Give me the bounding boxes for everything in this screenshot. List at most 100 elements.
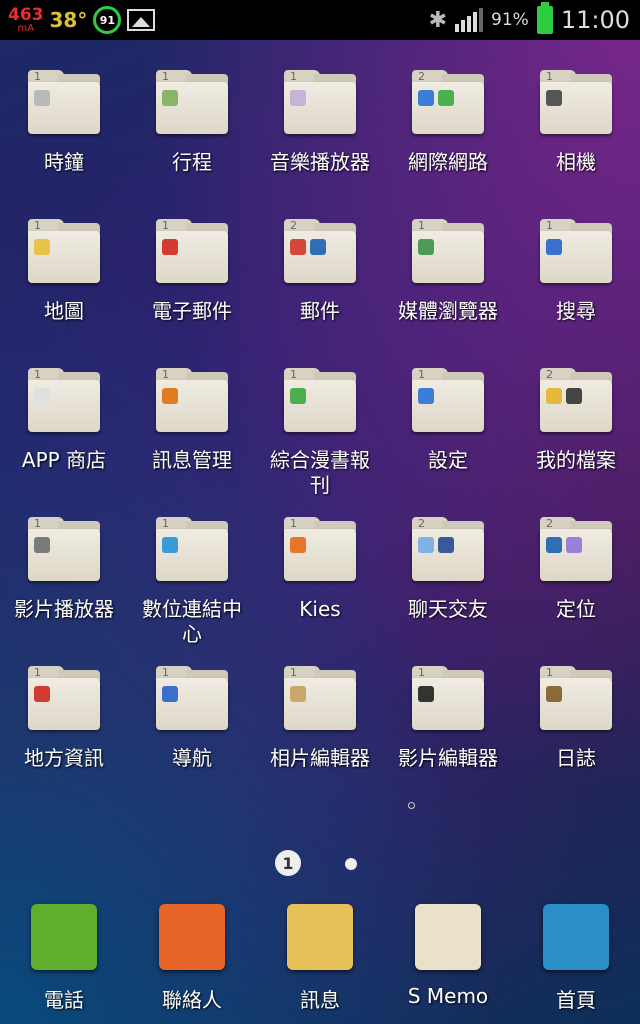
folder-label: 定位 [556,597,596,621]
folder-count: 1 [546,70,553,83]
folder-label: 郵件 [300,299,340,323]
folder-icon: 2 [540,517,612,581]
folder-item[interactable]: 1 電子郵件 [128,219,256,324]
folder-count: 1 [290,368,297,381]
battery-icon [536,2,553,34]
folder-icon: 1 [156,368,228,432]
folder-icon: 1 [28,368,100,432]
app-preview-icon [162,388,178,404]
folder-count: 2 [290,219,297,232]
app-preview-icon [418,90,434,106]
folder-icon: 1 [28,666,100,730]
folder-label: APP 商店 [21,448,107,472]
battery-circle-icon: 91 [93,6,122,34]
folder-icon: 1 [28,219,100,283]
folder-item[interactable]: 1 APP 商店 [0,368,128,473]
app-preview-icon [290,388,306,404]
folder-item[interactable]: 1 音樂播放器 [256,70,384,175]
image-notification-icon [127,9,156,31]
app-preview-icon [34,239,50,255]
temperature: 38° [49,8,88,32]
folder-item[interactable]: 1 導航 [128,666,256,771]
app-preview-icon [418,239,434,255]
folder-item[interactable]: 2 定位 [512,517,640,622]
folder-count: 1 [290,666,297,679]
folder-item[interactable]: 2 網際網路 [384,70,512,175]
folder-count: 2 [418,70,425,83]
dock-item[interactable]: 電話 [0,900,128,1013]
dock-item[interactable]: S Memo [384,900,512,1008]
app-preview-icon [566,388,582,404]
dock-item[interactable]: 首頁 [512,900,640,1013]
folder-item[interactable]: 1 地方資訊 [0,666,128,771]
folder-label: 搜尋 [556,299,596,323]
dock-label: 訊息 [300,988,340,1012]
app-preview-icon [162,90,178,106]
folder-item[interactable]: 1 訊息管理 [128,368,256,473]
folder-label: 導航 [172,746,212,770]
folder-label: 地方資訊 [24,746,104,770]
app-preview-icon [418,537,434,553]
folder-item[interactable]: 1 相片編輯器 [256,666,384,771]
folder-item[interactable]: 1 設定 [384,368,512,473]
battery-circle-value: 91 [99,13,115,27]
folder-count: 1 [34,219,41,232]
folder-icon: 1 [540,219,612,283]
contacts-icon [159,904,225,970]
page-indicator-dot[interactable] [345,858,357,870]
battery-percent: 91% [491,10,529,30]
app-preview-icon [34,388,50,404]
folder-label: 日誌 [556,746,596,770]
folder-item[interactable]: 1 影片編輯器 [384,666,512,771]
folder-count: 1 [290,70,297,83]
folder-item[interactable]: 2 聊天交友 [384,517,512,622]
app-preview-icon [418,388,434,404]
app-preview-icon [438,537,454,553]
folder-item[interactable]: 1 數位連結中心 [128,517,256,647]
app-preview-icon [290,239,306,255]
folder-count: 1 [34,517,41,530]
folder-count: 1 [34,666,41,679]
folder-item[interactable]: 1 地圖 [0,219,128,324]
folder-count: 1 [546,666,553,679]
folder-item[interactable]: 1 影片播放器 [0,517,128,622]
page-indicator-current[interactable]: 1 [275,850,301,876]
folder-item[interactable]: 1 綜合漫書報刊 [256,368,384,498]
folder-label: 行程 [172,150,212,174]
folder-count: 1 [162,70,169,83]
folder-count: 1 [162,517,169,530]
folder-item[interactable]: 2 我的檔案 [512,368,640,473]
current-draw-indicator: 463 mA [8,6,44,34]
folder-item[interactable]: 1 Kies [256,517,384,622]
folder-icon: 2 [412,70,484,134]
app-preview-icon [162,686,178,702]
dock-item[interactable]: 聯絡人 [128,900,256,1013]
folder-icon: 1 [28,70,100,134]
signal-icon [455,8,484,32]
folder-icon: 1 [156,517,228,581]
folder-count: 2 [546,517,553,530]
folder-label: Kies [299,597,341,621]
folder-label: 設定 [428,448,468,472]
folder-count: 1 [34,368,41,381]
folder-label: 音樂播放器 [270,150,370,174]
folder-item[interactable]: 1 搜尋 [512,219,640,324]
app-preview-icon [34,537,50,553]
app-preview-icon [418,686,434,702]
folder-label: 訊息管理 [152,448,232,472]
folder-item[interactable]: 1 媒體瀏覽器 [384,219,512,324]
folder-item[interactable]: 1 時鐘 [0,70,128,175]
folder-label: 網際網路 [408,150,488,174]
folder-icon: 1 [284,70,356,134]
folder-count: 1 [418,219,425,232]
app-preview-icon [34,90,50,106]
folder-item[interactable]: 1 行程 [128,70,256,175]
folder-item[interactable]: 1 相機 [512,70,640,175]
folder-label: 聊天交友 [408,597,488,621]
folder-icon: 1 [412,368,484,432]
dock-item[interactable]: 訊息 [256,900,384,1013]
phone-icon [31,904,97,970]
folder-item[interactable]: 1 日誌 [512,666,640,771]
dock-label: 首頁 [556,988,596,1012]
folder-item[interactable]: 2 郵件 [256,219,384,324]
